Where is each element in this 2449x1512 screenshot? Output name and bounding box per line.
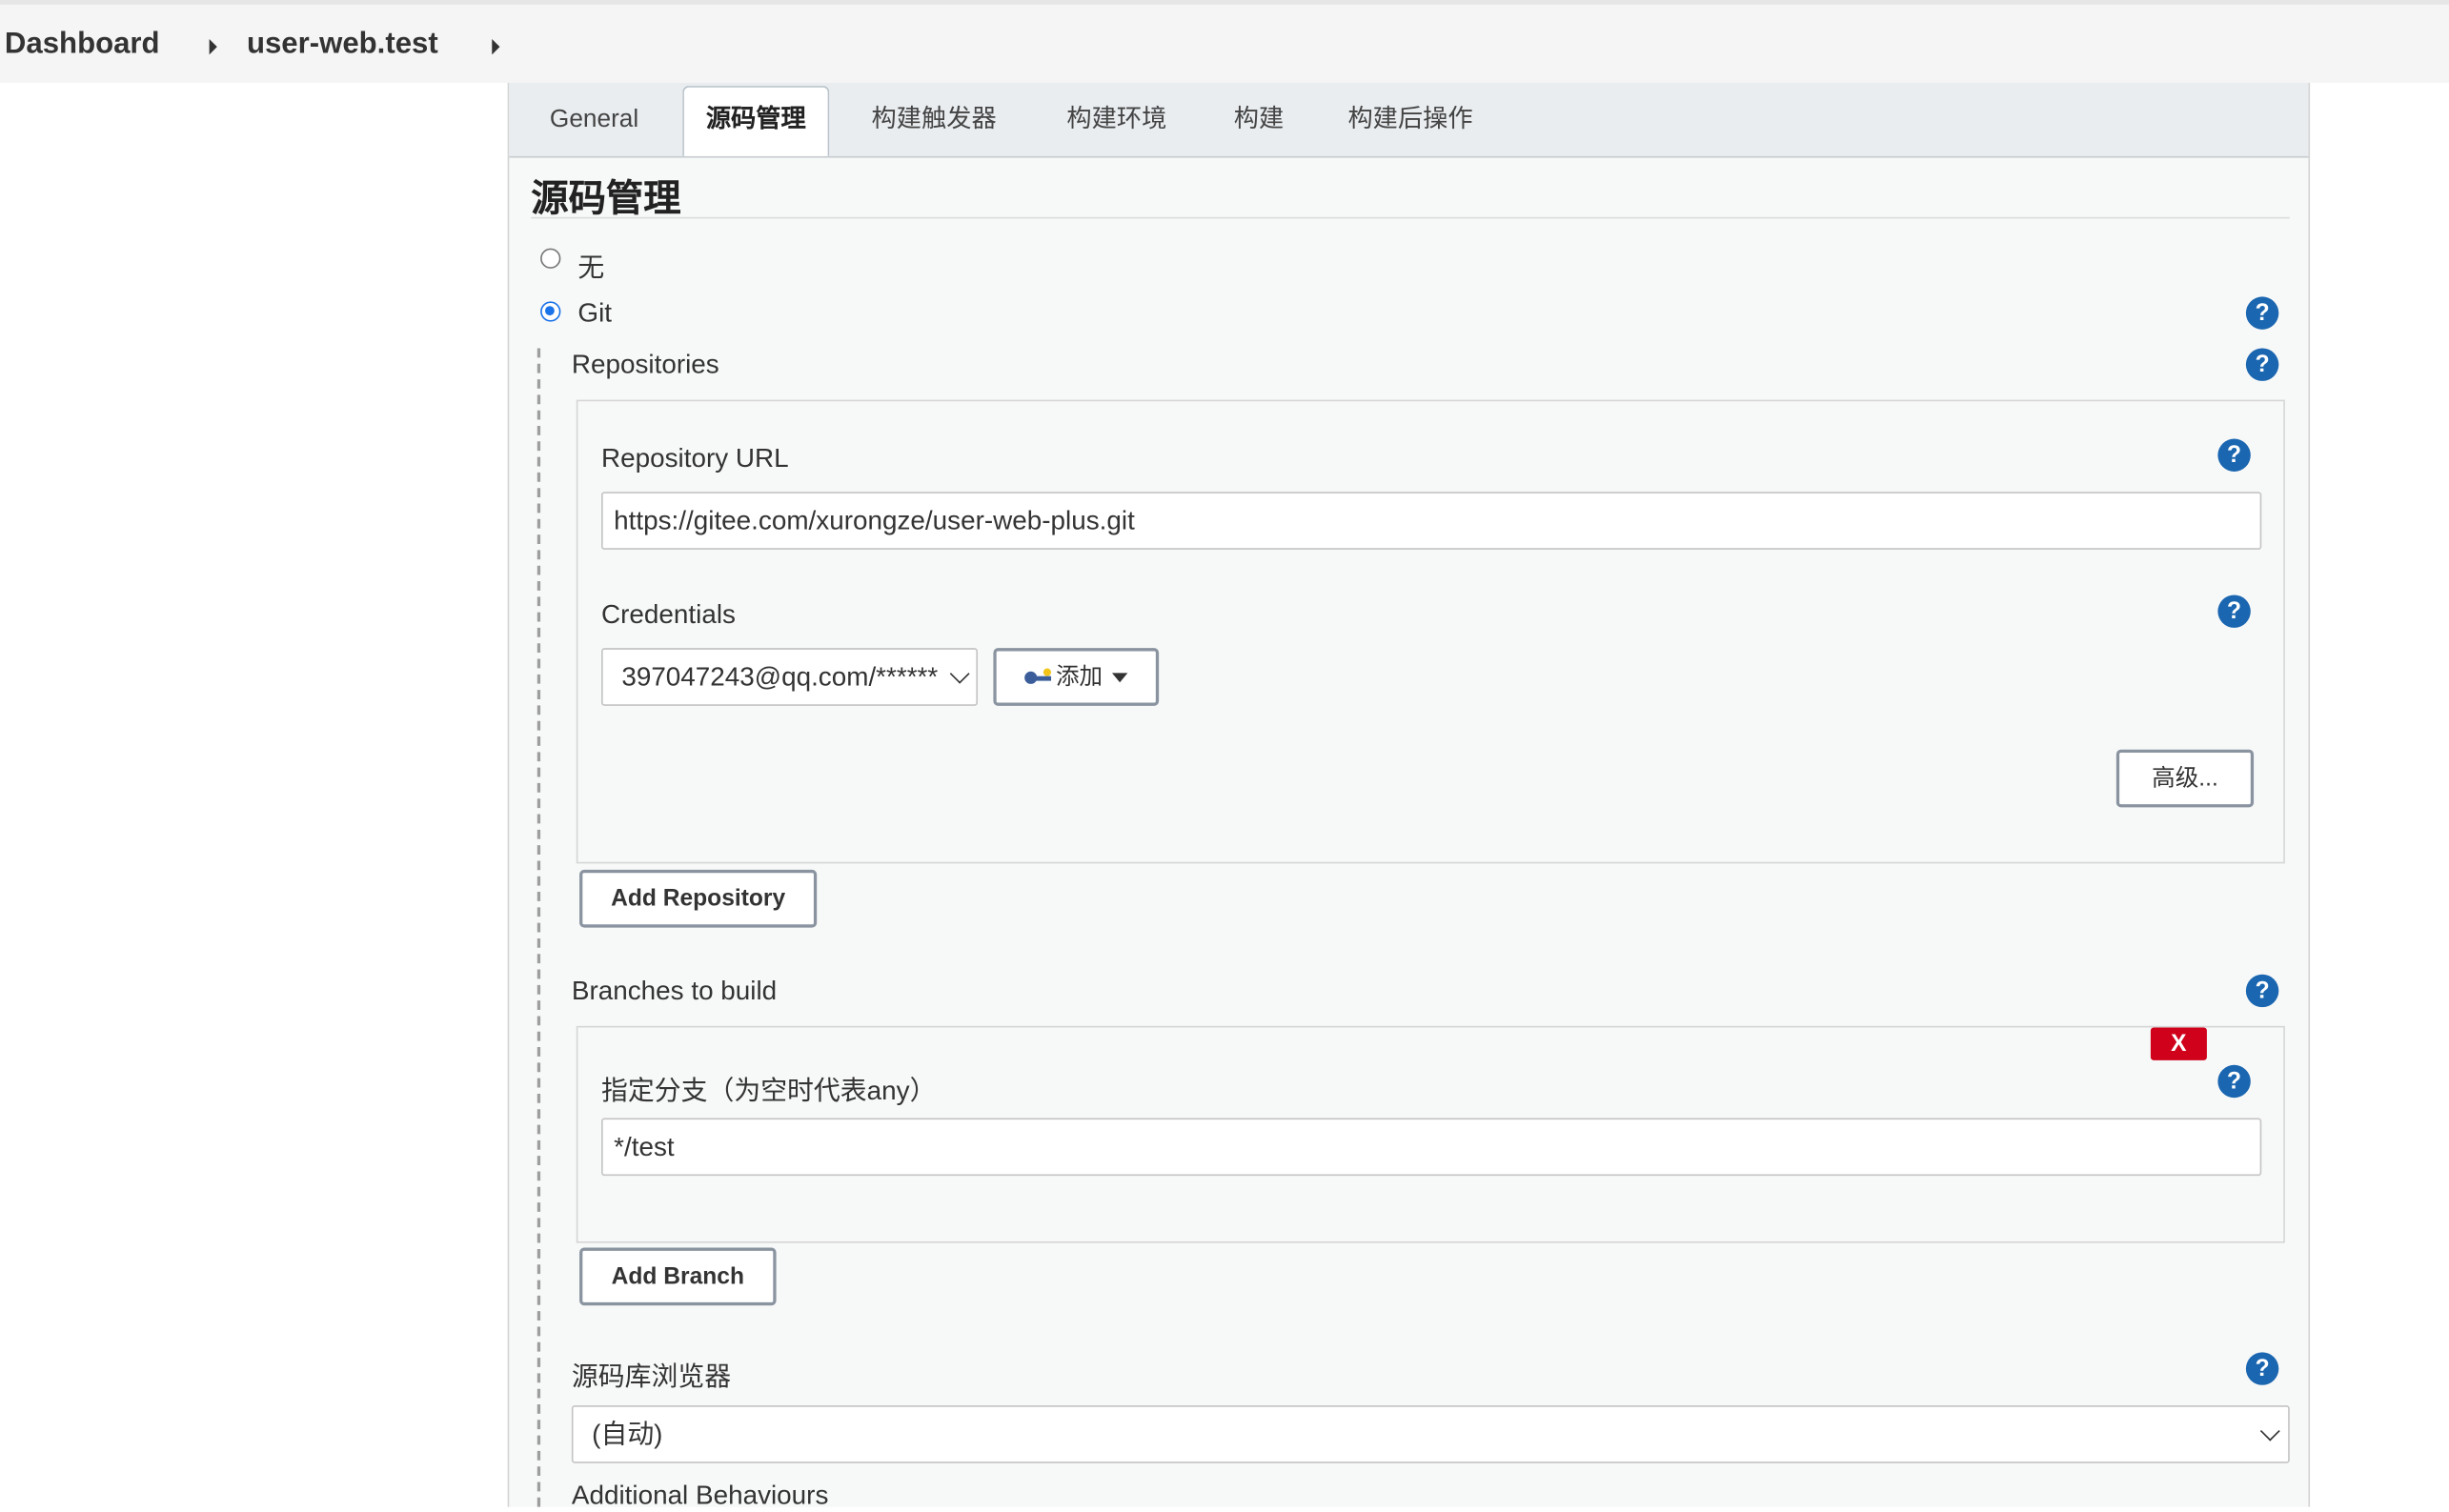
add-credentials-label: 添加 [1055, 663, 1103, 691]
tab-build-environment[interactable]: 构建环境 [1044, 83, 1188, 156]
git-help-icon[interactable]: ? [2245, 296, 2279, 330]
repo-browser-select[interactable]: (自动) [571, 1405, 2290, 1463]
section-title: 源码管理 [531, 177, 681, 221]
credentials-label: Credentials [601, 599, 736, 630]
branch-specifier-label: 指定分支（为空时代表any） [601, 1076, 937, 1106]
branch-specifier-input[interactable] [601, 1118, 2262, 1177]
chevron-down-icon [2259, 1421, 2280, 1441]
config-panel: General 源码管理 构建触发器 构建环境 构建 构建后操作 源码管理 无 … [507, 82, 2311, 1510]
repository-entry: Repository URL ? Credentials ? 397047243… [576, 399, 2285, 864]
breadcrumb-dashboard[interactable]: Dashboard [5, 29, 160, 63]
repositories-label: Repositories [571, 350, 719, 380]
radio-git-label[interactable]: Git [577, 298, 612, 330]
add-credentials-button[interactable]: 添加 [993, 648, 1160, 706]
radio-none[interactable] [540, 248, 561, 269]
repository-url-input[interactable] [601, 492, 2262, 550]
advanced-button[interactable]: 高级... [2115, 749, 2255, 808]
add-repository-button[interactable]: Add Repository [579, 869, 818, 928]
breadcrumb: Dashboard user-web.test [0, 4, 2449, 83]
repository-url-label: Repository URL [601, 443, 789, 474]
branches-help-icon[interactable]: ? [2245, 974, 2279, 1008]
credentials-help-icon[interactable]: ? [2217, 595, 2251, 628]
caret-down-icon [1111, 673, 1128, 683]
additional-behaviours-label: Additional Behaviours [571, 1480, 829, 1510]
branches-label: Branches to build [571, 976, 778, 1006]
tab-build-triggers[interactable]: 构建触发器 [850, 83, 1019, 156]
repo-browser-help-icon[interactable]: ? [2245, 1352, 2279, 1385]
delete-branch-button[interactable]: X [2150, 1027, 2207, 1060]
tab-scm[interactable]: 源码管理 [682, 86, 830, 156]
tab-build[interactable]: 构建 [1212, 83, 1305, 156]
branch-entry: X 指定分支（为空时代表any） ? [576, 1025, 2285, 1243]
tab-bar: General 源码管理 构建触发器 构建环境 构建 构建后操作 [509, 82, 2309, 158]
key-icon [1024, 668, 1053, 685]
credentials-select[interactable]: 397047243@qq.com/****** [601, 648, 979, 706]
git-section-guide [536, 348, 541, 1507]
repo-browser-select-value: (自动) [592, 1419, 663, 1449]
repository-url-help-icon[interactable]: ? [2217, 438, 2251, 472]
add-branch-button[interactable]: Add Branch [579, 1247, 777, 1306]
repo-browser-label: 源码库浏览器 [571, 1361, 732, 1392]
credentials-select-value: 397047243@qq.com/****** [621, 661, 939, 693]
section-divider [531, 216, 2290, 219]
branch-specifier-help-icon[interactable]: ? [2217, 1064, 2251, 1099]
chevron-down-icon [949, 663, 970, 684]
radio-git[interactable] [540, 301, 561, 322]
breadcrumb-job[interactable]: user-web.test [247, 29, 438, 63]
radio-none-label[interactable]: 无 [577, 245, 604, 284]
repositories-help-icon[interactable]: ? [2245, 348, 2279, 381]
breadcrumb-arrow-icon[interactable] [209, 38, 217, 55]
tab-post-build[interactable]: 构建后操作 [1326, 83, 1495, 156]
breadcrumb-arrow-icon[interactable] [492, 38, 500, 55]
tab-general[interactable]: General [528, 83, 660, 156]
